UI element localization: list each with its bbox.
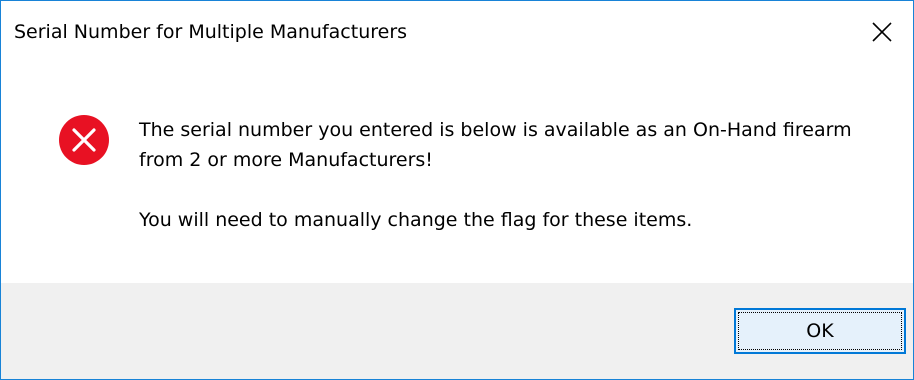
ok-button[interactable]: OK (734, 308, 906, 354)
close-button[interactable] (851, 1, 913, 63)
close-icon (872, 22, 892, 42)
dialog-message: The serial number you entered is below i… (139, 115, 879, 235)
message-line-1: The serial number you entered is below i… (139, 119, 852, 171)
dialog-title: Serial Number for Multiple Manufacturers (14, 21, 408, 43)
error-icon (59, 115, 109, 165)
button-bar: OK (1, 283, 913, 379)
title-bar: Serial Number for Multiple Manufacturers (1, 1, 913, 65)
message-dialog: Serial Number for Multiple Manufacturers… (0, 0, 914, 380)
message-line-2: You will need to manually change the fla… (139, 209, 693, 231)
dialog-content: The serial number you entered is below i… (1, 65, 913, 283)
